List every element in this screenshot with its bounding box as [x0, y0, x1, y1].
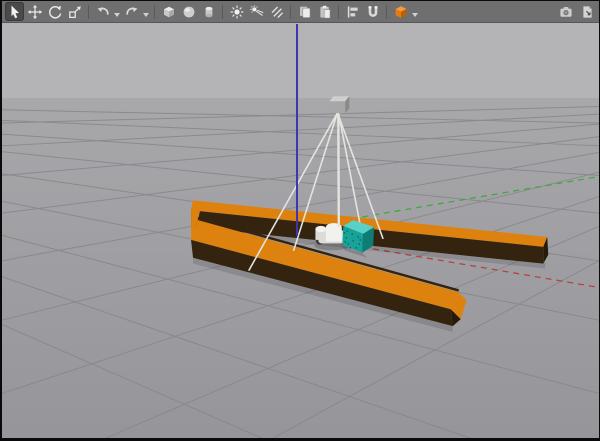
undo-dropdown-caret-icon[interactable]	[114, 13, 120, 17]
speckle-dot	[347, 243, 349, 245]
camera-screenshot-icon	[558, 4, 574, 20]
3d-viewport[interactable]	[2, 23, 599, 438]
toolbar	[2, 1, 599, 23]
directional-light-button[interactable]	[267, 2, 286, 21]
speckle-dot	[359, 239, 361, 241]
rotate-icon	[47, 4, 63, 20]
select-mode-button[interactable]	[5, 2, 24, 21]
translate-mode-button[interactable]	[25, 2, 44, 21]
align-button[interactable]	[343, 2, 362, 21]
toolbar-separator	[290, 5, 291, 19]
copy-button[interactable]	[295, 2, 314, 21]
speckle-dot	[358, 243, 360, 245]
view-angle-cube-icon	[393, 4, 409, 20]
view-angle-button[interactable]	[391, 2, 410, 21]
insert-sphere-button[interactable]	[179, 2, 198, 21]
insert-cylinder-button[interactable]	[199, 2, 218, 21]
toolbar-separator	[338, 5, 339, 19]
snap-icon	[365, 4, 381, 20]
speckle-dot	[343, 232, 345, 234]
speckle-dot	[357, 236, 359, 238]
screenshot-button[interactable]	[556, 2, 575, 21]
speckle-dot	[344, 241, 346, 243]
camera-box-front	[329, 101, 345, 113]
rotate-mode-button[interactable]	[45, 2, 64, 21]
toolbar-separator	[154, 5, 155, 19]
gazebo-window	[0, 0, 600, 441]
sky	[2, 23, 599, 98]
toolbar-right-group	[556, 2, 596, 21]
align-icon	[345, 4, 361, 20]
redo-icon	[124, 4, 140, 20]
cylinder-icon	[201, 4, 217, 20]
speckle-dot	[351, 233, 353, 235]
undo-icon	[95, 4, 111, 20]
scale-mode-button[interactable]	[65, 2, 84, 21]
sphere-icon	[181, 4, 197, 20]
redo-dropdown-caret-icon[interactable]	[143, 13, 149, 17]
robot-cylinder-left-top	[315, 226, 326, 232]
toolbar-separator	[88, 5, 89, 19]
toolbar-separator	[386, 5, 387, 19]
speckle-dot	[345, 237, 347, 239]
point-light-button[interactable]	[227, 2, 246, 21]
box-icon	[161, 4, 177, 20]
spot-light-button[interactable]	[247, 2, 266, 21]
paste-button[interactable]	[315, 2, 334, 21]
spot-light-icon	[249, 4, 265, 20]
log-record-button[interactable]	[577, 2, 596, 21]
scene-canvas[interactable]	[2, 23, 599, 438]
insert-box-button[interactable]	[159, 2, 178, 21]
speckle-dot	[355, 247, 357, 249]
view-angle-dropdown-caret-icon[interactable]	[412, 13, 418, 17]
toolbar-separator	[222, 5, 223, 19]
directional-light-icon	[269, 4, 285, 20]
paste-icon	[317, 4, 333, 20]
copy-icon	[297, 4, 313, 20]
speckle-dot	[352, 240, 354, 242]
snap-button[interactable]	[363, 2, 382, 21]
point-light-icon	[229, 4, 245, 20]
translate-icon	[27, 4, 43, 20]
speckle-dot	[346, 230, 348, 232]
redo-button[interactable]	[122, 2, 141, 21]
speckle-dot	[349, 247, 351, 249]
select-arrow-icon	[7, 4, 23, 20]
scale-icon	[67, 4, 83, 20]
undo-button[interactable]	[93, 2, 112, 21]
log-record-icon	[579, 4, 595, 20]
